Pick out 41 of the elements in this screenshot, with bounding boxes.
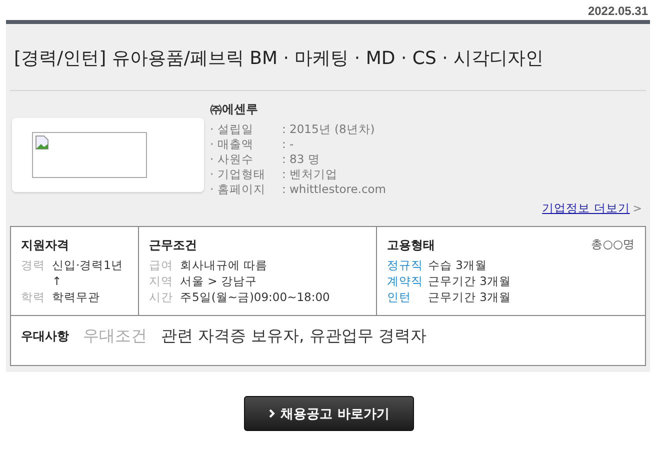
- section-heading: 우대사항: [21, 328, 69, 345]
- field-label: 급여: [149, 257, 174, 273]
- info-value: : whittlestore.com: [282, 182, 386, 197]
- info-label: · 설립일: [210, 122, 254, 137]
- field-value: 근무기간 3개월: [428, 273, 511, 289]
- info-label: · 홈페이지: [210, 182, 266, 197]
- chevron-icon: [268, 409, 275, 418]
- field-value: 근무기간 3개월: [428, 289, 511, 305]
- section-heading: 근무조건: [149, 237, 198, 254]
- field-value: 수습 3개월: [428, 257, 487, 273]
- section-heading: 고용형태: [387, 237, 435, 254]
- field-label: 시간: [149, 289, 174, 305]
- info-value: : 벤처기업: [282, 167, 338, 182]
- info-label: · 기업형태: [210, 167, 266, 182]
- job-title: [경력/인턴] 유아용품/페브릭 BM · 마케팅 · MD · CS · 시각디자인: [10, 24, 646, 91]
- info-value: : -: [282, 137, 294, 152]
- field-value: 서울 > 강남구: [180, 273, 257, 289]
- posting-date: 2022.05.31: [588, 4, 648, 18]
- info-label: · 매출액: [210, 137, 254, 152]
- info-value: : 2015년 (8년차): [282, 122, 375, 137]
- headcount: 총○○명: [590, 237, 635, 252]
- employment-type: 인턴: [387, 289, 412, 305]
- employment-type: 정규직: [387, 257, 424, 273]
- company-name: ㈜에센루: [210, 101, 259, 118]
- company-info-link[interactable]: 기업정보 더보기: [542, 201, 630, 216]
- apply-button[interactable]: 채용공고 바로가기: [244, 396, 414, 431]
- field-label: 학력: [21, 289, 46, 305]
- field-label: 지역: [149, 273, 174, 289]
- chevron-icon: >: [632, 202, 642, 215]
- info-value: : 83 명: [282, 152, 320, 167]
- field-value: 관련 자격증 보유자, 유관업무 경력자: [161, 326, 426, 347]
- field-value: 주5일(월~금)09:00~18:00: [180, 289, 330, 305]
- field-value: 신입·경력1년 ↑: [52, 257, 123, 289]
- field-value: 학력무관: [52, 289, 100, 305]
- field-value: 회사내규에 따름: [180, 257, 268, 273]
- field-label: 경력: [21, 257, 46, 274]
- info-label: · 사원수: [210, 152, 254, 167]
- field-label: 우대조건: [83, 326, 147, 347]
- broken-image-icon: [35, 135, 49, 150]
- section-heading: 지원자격: [21, 237, 70, 254]
- employment-type: 계약직: [387, 273, 424, 289]
